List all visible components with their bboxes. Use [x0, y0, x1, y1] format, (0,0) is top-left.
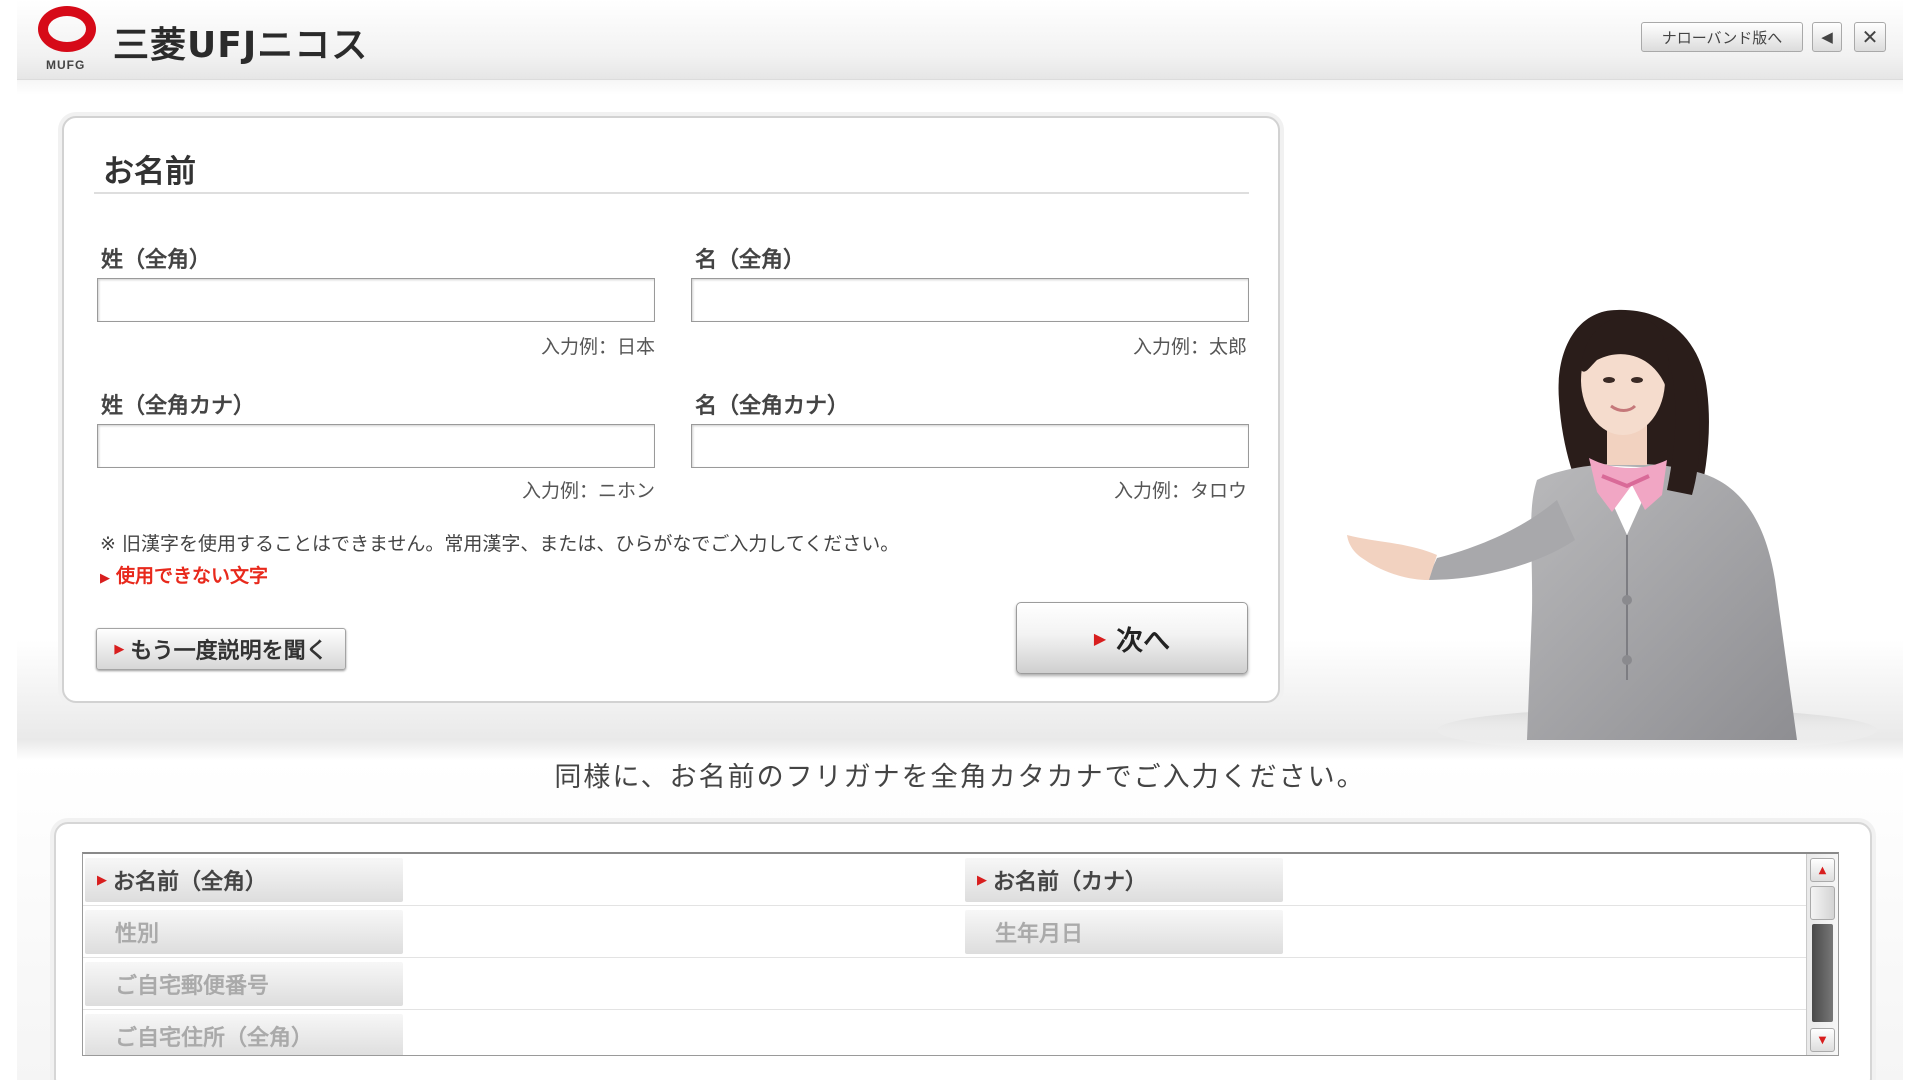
scroll-thumb[interactable]: [1810, 886, 1835, 920]
title-divider: [94, 192, 1249, 194]
brand-name: 三菱UFJニコス: [113, 25, 369, 66]
last-name-kanji-hint: 入力例：日本: [540, 336, 655, 358]
replay-explanation-label: もう一度説明を聞く: [130, 639, 328, 664]
unusable-characters-link[interactable]: ▶ 使用できない文字: [100, 561, 268, 588]
first-name-kana-input[interactable]: [691, 424, 1249, 468]
progress-item-label: お名前（カナ）: [993, 870, 1148, 895]
last-name-kana-label: 姓（全角カナ）: [101, 394, 256, 419]
last-name-kanji-label: 姓（全角）: [101, 248, 212, 273]
old-kanji-notice: ※ 旧漢字を使用することはできません。常用漢字、または、ひらがなでご入力してくだ…: [100, 533, 900, 555]
first-name-kanji-hint: 入力例：太郎: [1132, 336, 1247, 358]
logo-sub-text: MUFG: [46, 58, 86, 72]
progress-scrollbar[interactable]: ▲ ▼: [1806, 854, 1838, 1055]
progress-item-name-kanji[interactable]: ▶ お名前（全角）: [85, 858, 403, 902]
guide-person-illustration: [1347, 309, 1877, 750]
table-row: ▶ お名前（全角） ▶ お名前（カナ）: [83, 854, 1808, 906]
arrow-right-icon: ▶: [97, 872, 107, 888]
arrow-right-icon: ▶: [100, 571, 110, 586]
table-row: ご自宅郵便番号: [83, 958, 1808, 1010]
progress-item-gender: 性別: [85, 910, 403, 954]
next-button[interactable]: ▶ 次へ: [1016, 602, 1248, 674]
progress-list: ▶ お名前（全角） ▶ お名前（カナ） 性別 生年月日 ご自宅郵便番号 ご自宅住所（…: [82, 852, 1839, 1056]
last-name-kana-hint: 入力例：ニホン: [521, 480, 655, 502]
first-name-kana-label: 名（全角カナ）: [695, 394, 850, 419]
scroll-up-icon[interactable]: ▲: [1810, 858, 1835, 882]
progress-item-name-kana[interactable]: ▶ お名前（カナ）: [965, 858, 1283, 902]
form-title: お名前: [103, 154, 196, 190]
next-label: 次へ: [1116, 625, 1171, 657]
arrow-right-icon: ▶: [114, 641, 125, 657]
first-name-kanji-label: 名（全角）: [695, 248, 806, 273]
scroll-track: [1812, 924, 1833, 1022]
table-row: 性別 生年月日: [83, 906, 1808, 958]
unusable-characters-label: 使用できない文字: [116, 565, 269, 587]
mufg-logo: MUFG: [36, 6, 98, 72]
last-name-kanji-input[interactable]: [97, 278, 655, 322]
arrow-right-icon: ▶: [977, 872, 987, 888]
narrowband-button[interactable]: ナローバンド版へ: [1641, 22, 1803, 52]
progress-item-label: お名前（全角）: [113, 870, 268, 895]
name-form-card: お名前 姓（全角） 入力例：日本 名（全角） 入力例：太郎 姓（全角カナ） 入力…: [62, 116, 1280, 703]
scroll-down-icon[interactable]: ▼: [1810, 1028, 1835, 1052]
table-row: ご自宅住所（全角）: [83, 1010, 1808, 1055]
replay-explanation-button[interactable]: ▶ もう一度説明を聞く: [96, 628, 346, 670]
progress-item-postal-code: ご自宅郵便番号: [85, 962, 403, 1006]
header-bar: MUFG 三菱UFJニコス ナローバンド版へ ◀ ✕: [17, 0, 1903, 80]
arrow-right-icon: ▶: [1093, 628, 1107, 648]
mufg-logo-icon: [38, 6, 96, 52]
progress-item-address: ご自宅住所（全角）: [85, 1014, 403, 1055]
first-name-kana-hint: 入力例：タロウ: [1113, 480, 1247, 502]
last-name-kana-input[interactable]: [97, 424, 655, 468]
instruction-text: 同様に、お名前のフリガナを全角カタカナでご入力ください。: [554, 762, 1366, 793]
back-icon[interactable]: ◀: [1812, 22, 1842, 52]
progress-item-birthdate: 生年月日: [965, 910, 1283, 954]
first-name-kanji-input[interactable]: [691, 278, 1249, 322]
page: MUFG 三菱UFJニコス ナローバンド版へ ◀ ✕ お名前 姓（全角） 入力例…: [17, 0, 1903, 1080]
progress-panel: ▶ お名前（全角） ▶ お名前（カナ） 性別 生年月日 ご自宅郵便番号 ご自宅住所（…: [54, 822, 1872, 1080]
close-icon[interactable]: ✕: [1854, 22, 1886, 52]
